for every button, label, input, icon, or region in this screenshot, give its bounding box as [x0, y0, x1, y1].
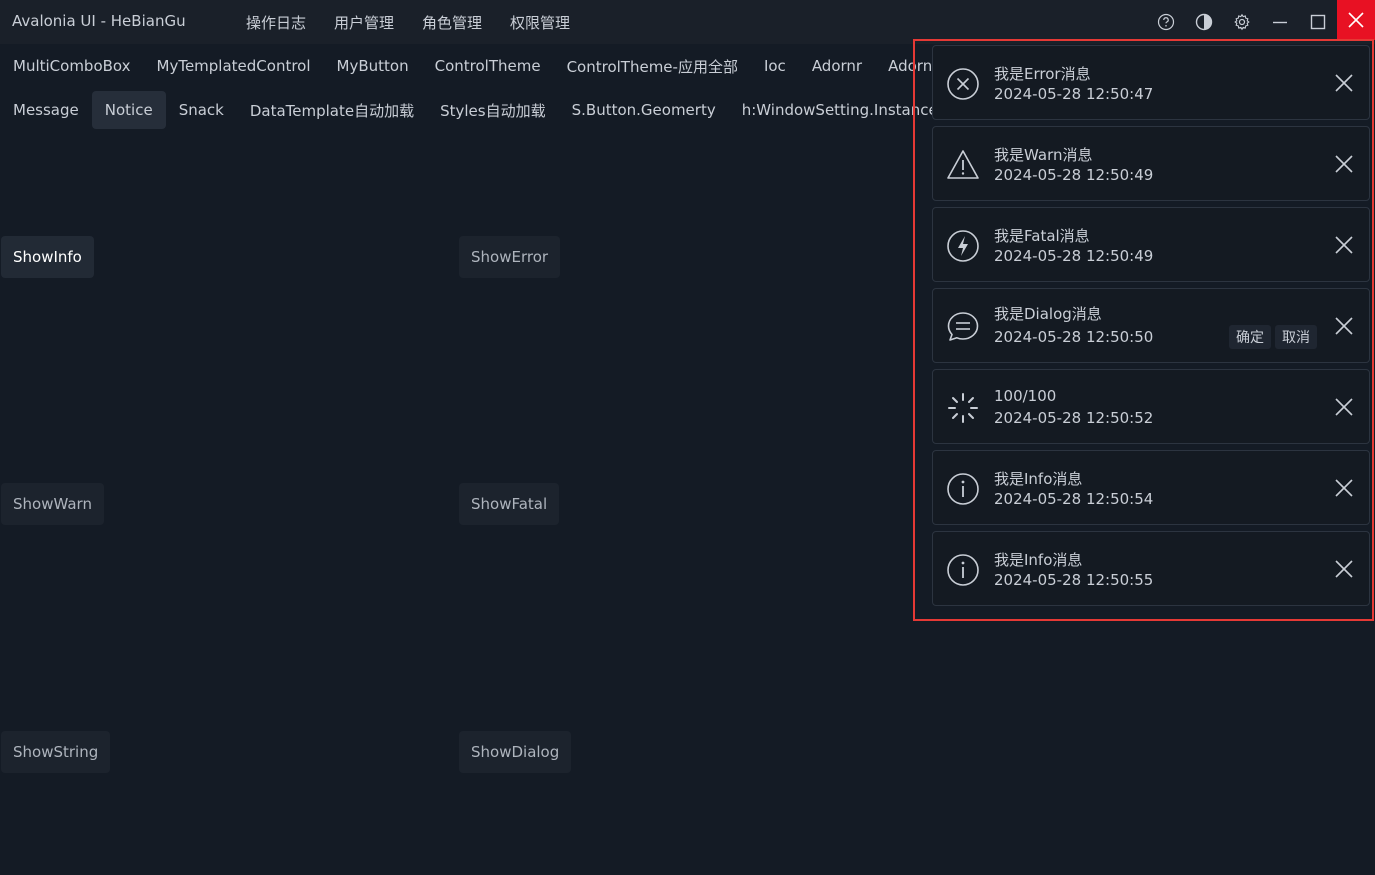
theme-icon[interactable] [1185, 0, 1223, 44]
close-icon[interactable] [1333, 153, 1355, 175]
show-dialog-button[interactable]: ShowDialog [459, 731, 572, 773]
menu-item-user-management[interactable]: 用户管理 [320, 12, 408, 33]
tab-row-1: MultiComboBox MyTemplatedControl MyButto… [0, 44, 951, 88]
close-icon[interactable] [1333, 477, 1355, 499]
notice-title: 100/100 [994, 387, 1057, 405]
confirm-button[interactable]: 确定 [1229, 325, 1271, 349]
notice-time: 2024-05-28 12:50:49 [994, 247, 1154, 265]
tab-notice[interactable]: Notice [91, 91, 166, 129]
notice-info: 我是Info消息 2024-05-28 12:50:54 [932, 450, 1370, 525]
notice-title: 我是Fatal消息 [994, 227, 1090, 245]
tab-snack[interactable]: Snack [166, 91, 237, 129]
tab-styles-autoload[interactable]: Styles自动加载 [427, 90, 559, 131]
notice-error: 我是Error消息 2024-05-28 12:50:47 [932, 45, 1370, 120]
tab-message[interactable]: Message [0, 91, 92, 129]
notice-time: 2024-05-28 12:50:52 [994, 409, 1154, 427]
notice-title: 我是Info消息 [994, 470, 1083, 488]
notice-time: 2024-05-28 12:50:47 [994, 85, 1154, 103]
settings-icon[interactable] [1223, 0, 1261, 44]
show-warn-button[interactable]: ShowWarn [1, 483, 104, 525]
dialog-actions: 确定 取消 [1229, 325, 1317, 349]
notice-dialog: 我是Dialog消息 2024-05-28 12:50:50 确定 取消 [932, 288, 1370, 363]
minimize-icon[interactable] [1261, 0, 1299, 44]
top-menu: 操作日志 用户管理 角色管理 权限管理 [232, 0, 584, 44]
close-icon[interactable] [1337, 0, 1375, 40]
loading-icon [946, 391, 980, 425]
maximize-icon[interactable] [1299, 0, 1337, 44]
menu-item-permission-management[interactable]: 权限管理 [496, 12, 584, 33]
notice-time: 2024-05-28 12:50:49 [994, 166, 1154, 184]
close-icon[interactable] [1333, 396, 1355, 418]
info-icon [946, 553, 980, 587]
close-icon[interactable] [1333, 234, 1355, 256]
notice-time: 2024-05-28 12:50:55 [994, 571, 1154, 589]
info-icon [946, 472, 980, 506]
warning-icon [946, 148, 980, 182]
show-info-button[interactable]: ShowInfo [1, 236, 94, 278]
tab-mybutton[interactable]: MyButton [324, 47, 422, 85]
help-icon[interactable] [1147, 0, 1185, 44]
menu-item-role-management[interactable]: 角色管理 [408, 12, 496, 33]
close-icon[interactable] [1333, 315, 1355, 337]
notice-title: 我是Warn消息 [994, 146, 1093, 164]
notice-warn: 我是Warn消息 2024-05-28 12:50:49 [932, 126, 1370, 201]
show-error-button[interactable]: ShowError [459, 236, 561, 278]
dialog-icon [946, 310, 980, 344]
tab-mytemplatedcontrol[interactable]: MyTemplatedControl [144, 47, 324, 85]
notice-title: 我是Info消息 [994, 551, 1083, 569]
app-title: Avalonia UI - HeBianGu [12, 12, 186, 30]
close-icon[interactable] [1333, 72, 1355, 94]
error-icon [946, 67, 980, 101]
notice-fatal: 我是Fatal消息 2024-05-28 12:50:49 [932, 207, 1370, 282]
notice-title: 我是Error消息 [994, 65, 1091, 83]
close-icon[interactable] [1333, 558, 1355, 580]
tab-ioc[interactable]: Ioc [751, 47, 799, 85]
notice-time: 2024-05-28 12:50:50 [994, 328, 1154, 346]
tab-button-geometry[interactable]: S.Button.Geomerty [559, 91, 729, 129]
menu-item-operation-log[interactable]: 操作日志 [232, 12, 320, 33]
show-fatal-button[interactable]: ShowFatal [459, 483, 560, 525]
tab-datatemplate-autoload[interactable]: DataTemplate自动加载 [237, 90, 427, 131]
tab-adornr[interactable]: Adornr [799, 47, 875, 85]
window-controls [1147, 0, 1375, 44]
notice-title: 我是Dialog消息 [994, 305, 1102, 323]
cancel-button[interactable]: 取消 [1275, 325, 1317, 349]
tab-multicombobox[interactable]: MultiComboBox [0, 47, 144, 85]
tab-controltheme-apply-all[interactable]: ControlTheme-应用全部 [554, 46, 751, 87]
show-string-button[interactable]: ShowString [1, 731, 111, 773]
tab-controltheme[interactable]: ControlTheme [422, 47, 554, 85]
notice-progress: 100/100 2024-05-28 12:50:52 [932, 369, 1370, 444]
title-bar: Avalonia UI - HeBianGu 操作日志 用户管理 角色管理 权限… [0, 0, 1375, 44]
notice-info: 我是Info消息 2024-05-28 12:50:55 [932, 531, 1370, 606]
notice-time: 2024-05-28 12:50:54 [994, 490, 1154, 508]
tab-row-2: Message Notice Snack DataTemplate自动加载 St… [0, 88, 951, 132]
notice-panel: 我是Error消息 2024-05-28 12:50:47 我是Warn消息 2… [913, 39, 1374, 621]
fatal-icon [946, 229, 980, 263]
